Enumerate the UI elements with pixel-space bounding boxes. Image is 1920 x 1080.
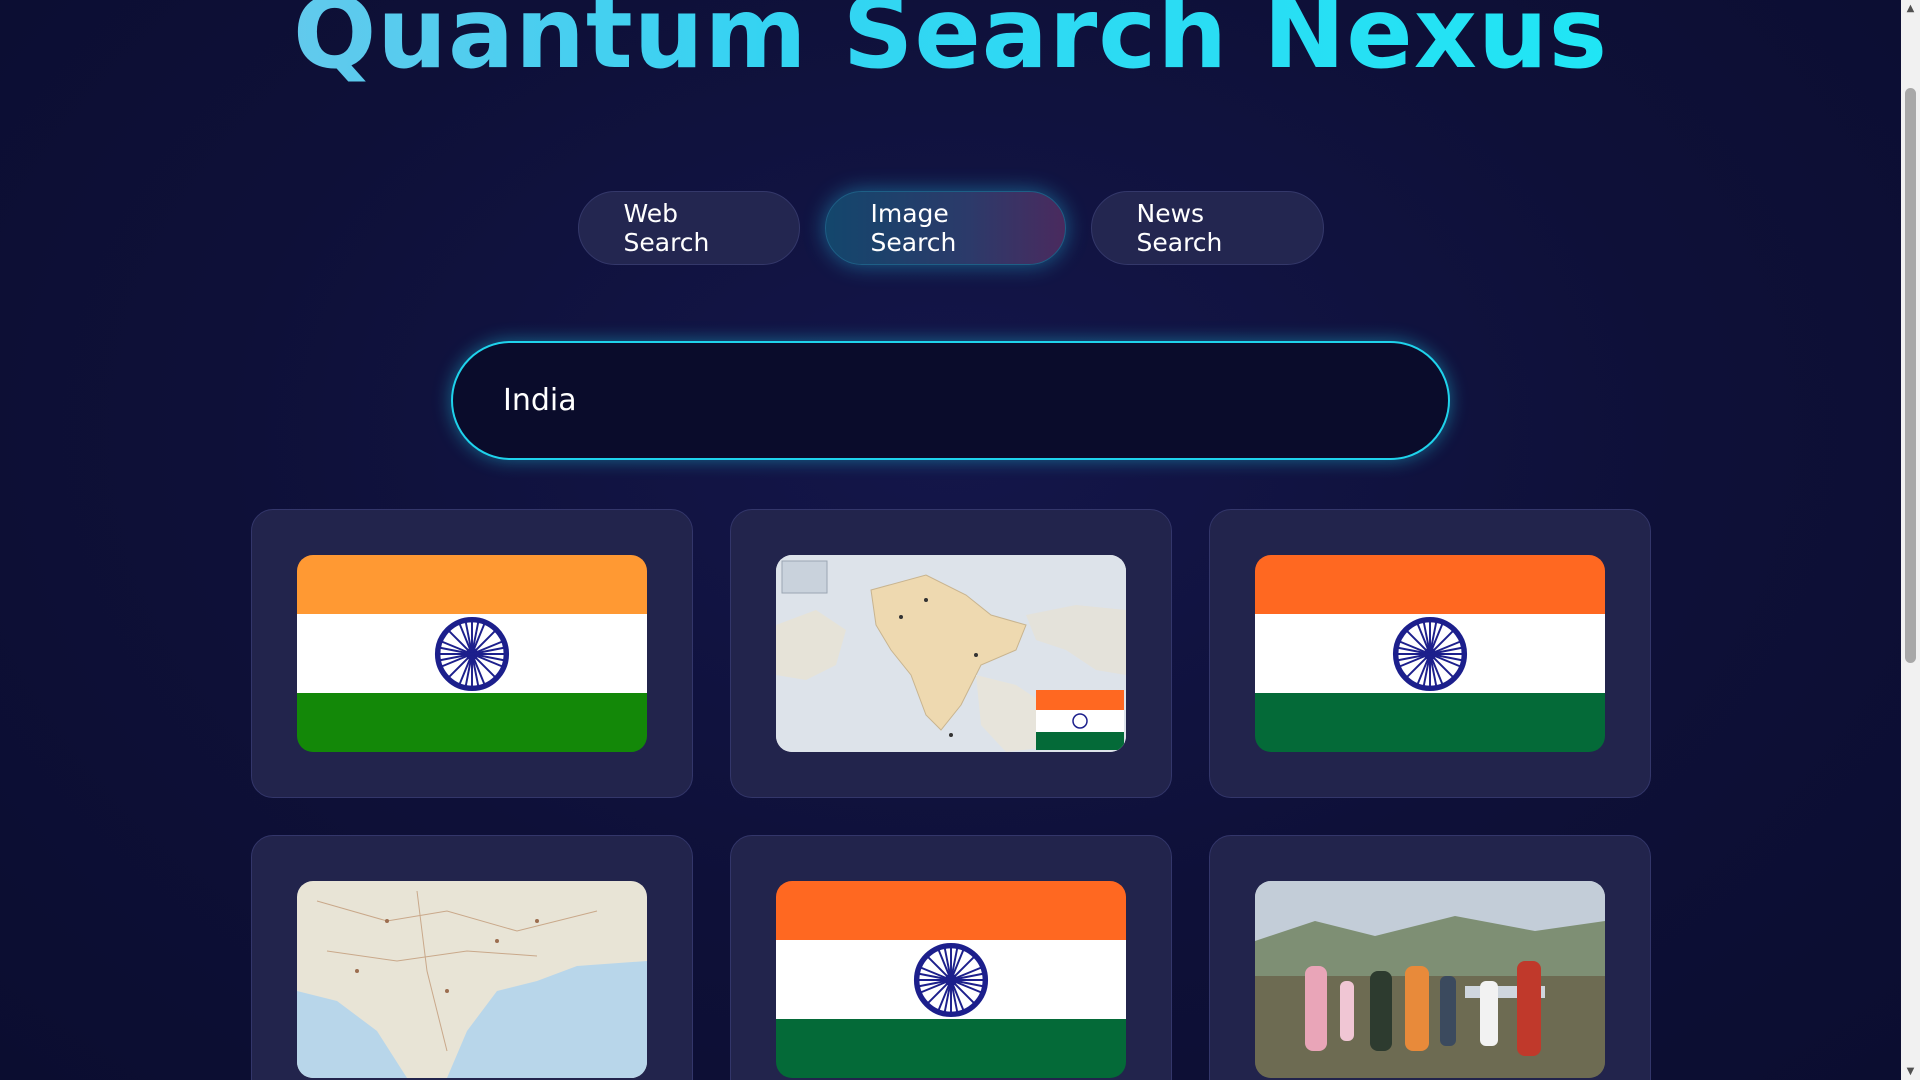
map-illustration — [297, 881, 647, 1078]
flag-saffron-band — [1255, 555, 1605, 614]
photo-illustration — [1255, 881, 1605, 1078]
tab-news-search[interactable]: News Search — [1090, 191, 1324, 265]
india-flag-image[interactable] — [297, 555, 647, 752]
scroll-down-arrow-icon[interactable]: ▼ — [1901, 1063, 1920, 1080]
image-result-card[interactable] — [1209, 509, 1651, 798]
page: Quantum Search Nexus Web Search Image Se… — [0, 0, 1901, 1080]
flag-saffron-band — [297, 555, 647, 614]
flag-white-band — [776, 939, 1126, 1020]
vertical-scrollbar[interactable]: ▲ ▼ — [1901, 0, 1920, 1080]
ashoka-chakra-icon — [434, 616, 510, 691]
tab-web-search[interactable]: Web Search — [577, 191, 800, 265]
scrollbar-thumb[interactable] — [1905, 88, 1916, 663]
map-illustration — [776, 555, 1126, 752]
tab-image-search[interactable]: Image Search — [824, 191, 1066, 265]
image-result-card[interactable] — [1209, 835, 1651, 1080]
search-box[interactable] — [451, 341, 1450, 460]
ashoka-chakra-icon — [1392, 616, 1468, 691]
flag-saffron-band — [776, 881, 1126, 940]
flag-green-band — [1255, 693, 1605, 752]
image-result-card[interactable] — [730, 509, 1172, 798]
india-map-image[interactable] — [297, 881, 647, 1078]
small-india-flag — [1036, 690, 1124, 750]
search-input[interactable] — [503, 383, 1398, 418]
search-type-tabs: Web Search Image Search News Search — [0, 191, 1901, 265]
flag-green-band — [776, 1019, 1126, 1078]
scroll-up-arrow-icon[interactable]: ▲ — [1901, 0, 1920, 17]
image-result-card[interactable] — [251, 509, 693, 798]
app-title: Quantum Search Nexus — [0, 0, 1901, 91]
flag-white-band — [1255, 613, 1605, 694]
image-result-card[interactable] — [251, 835, 693, 1080]
ashoka-chakra-icon — [913, 942, 989, 1017]
india-flag-image[interactable] — [776, 881, 1126, 1078]
india-flag-image[interactable] — [1255, 555, 1605, 752]
flag-green-band — [297, 693, 647, 752]
image-results-grid — [251, 509, 1651, 1080]
india-map-image[interactable] — [776, 555, 1126, 752]
flag-white-band — [297, 613, 647, 694]
people-photo-image[interactable] — [1255, 881, 1605, 1078]
image-result-card[interactable] — [730, 835, 1172, 1080]
